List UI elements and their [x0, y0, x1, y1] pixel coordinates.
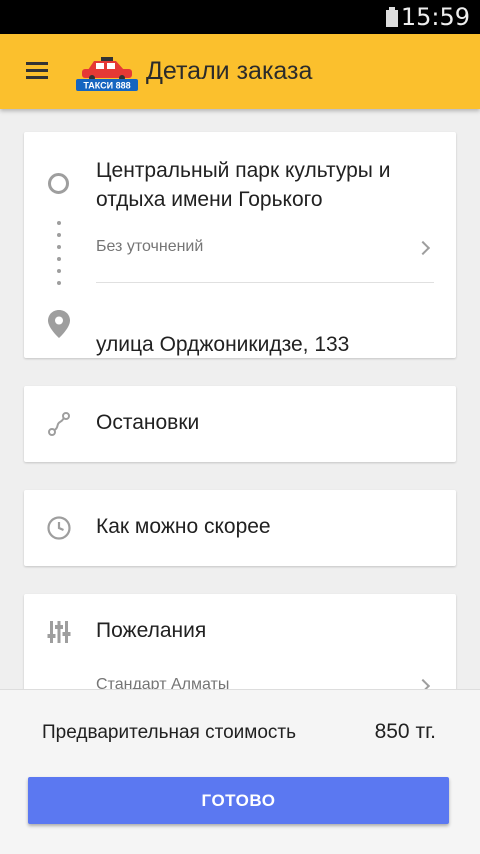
route-icon	[48, 412, 70, 436]
page-title: Детали заказа	[146, 57, 313, 85]
taxi-logo: ТАКСИ 888	[76, 57, 138, 91]
price-value: 850 тг.	[374, 720, 436, 743]
wishes-card[interactable]: Пожелания Стандарт Алматы	[24, 594, 456, 689]
clock-icon	[47, 516, 71, 540]
hamburger-menu-icon[interactable]	[26, 62, 48, 80]
battery-icon	[386, 7, 398, 27]
location-pin-icon	[48, 310, 70, 338]
wishes-sub: Стандарт Алматы	[96, 676, 230, 689]
status-bar: 15:59	[0, 0, 480, 34]
price-label: Предварительная стоимость	[42, 722, 297, 743]
route-dots-icon	[57, 221, 61, 299]
sliders-icon	[47, 621, 71, 643]
wishes-label: Пожелания	[96, 619, 207, 642]
divider	[96, 282, 434, 283]
status-time: 15:59	[400, 3, 470, 31]
bottom-panel: Предварительная стоимость 850 тг. ГОТОВО	[0, 689, 480, 854]
stops-card[interactable]: Остановки	[24, 386, 456, 462]
stops-label: Остановки	[96, 411, 200, 434]
done-button[interactable]: ГОТОВО	[28, 777, 449, 824]
app-bar: ТАКСИ 888 Детали заказа	[0, 34, 480, 109]
time-label: Как можно скорее	[96, 515, 271, 538]
chevron-right-icon[interactable]	[415, 240, 431, 256]
chevron-right-icon[interactable]	[415, 678, 431, 689]
origin-note[interactable]: Без уточнений	[96, 238, 203, 256]
route-card: Центральный парк культуры и отдыха имени…	[24, 132, 456, 358]
time-card[interactable]: Как можно скорее	[24, 490, 456, 566]
logo-text: ТАКСИ 888	[83, 81, 130, 91]
origin-circle-icon	[48, 173, 69, 194]
origin-address[interactable]: Центральный парк культуры и отдыха имени…	[96, 156, 446, 214]
destination-address[interactable]: улица Орджоникидзе, 133	[96, 333, 349, 357]
order-details-content[interactable]: Центральный парк культуры и отдыха имени…	[0, 109, 480, 689]
